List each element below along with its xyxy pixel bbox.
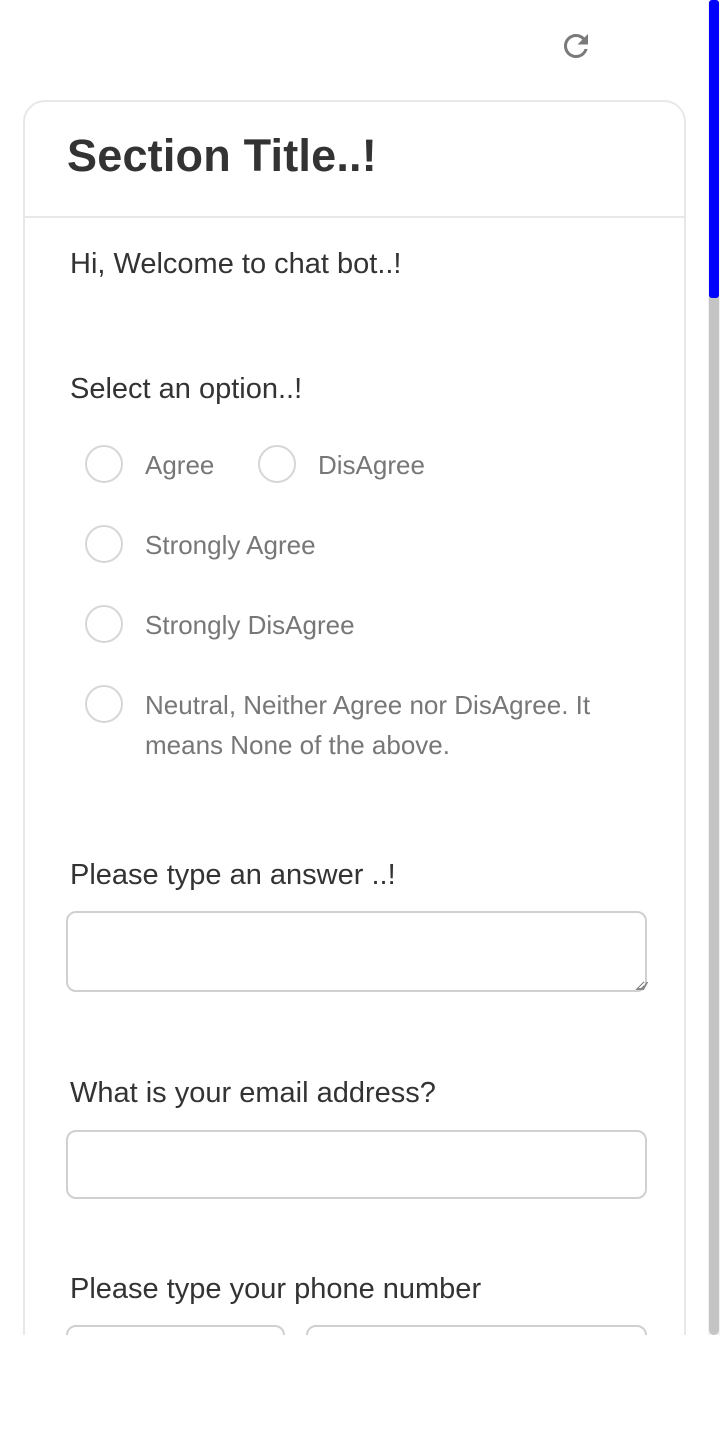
- radio-option-agree[interactable]: Agree: [85, 445, 214, 485]
- radio-label: Strongly Agree: [145, 530, 316, 560]
- radio-circle[interactable]: [85, 445, 123, 483]
- section-title: Section Title..!: [67, 130, 377, 181]
- refresh-icon: [564, 34, 588, 58]
- radio-label: Strongly DisAgree: [145, 610, 355, 640]
- radio-label: DisAgree: [318, 450, 425, 480]
- question-phone-label: Please type your phone number: [70, 1273, 482, 1305]
- question-email-label: What is your email address?: [70, 1077, 436, 1109]
- radio-option-disagree[interactable]: DisAgree: [258, 445, 425, 485]
- radio-option-strongly-disagree[interactable]: Strongly DisAgree: [85, 605, 355, 645]
- email-input[interactable]: [66, 1130, 647, 1199]
- radio-circle[interactable]: [85, 685, 123, 723]
- scrollbar-thumb[interactable]: [709, 0, 719, 298]
- phone-country-code-input[interactable]: [66, 1325, 285, 1335]
- radio-label: Agree: [145, 450, 215, 480]
- answer-textarea[interactable]: [66, 911, 647, 992]
- radio-circle[interactable]: [85, 605, 123, 643]
- welcome-message: Hi, Welcome to chat bot..!: [70, 248, 402, 280]
- radio-option-strongly-agree[interactable]: Strongly Agree: [85, 525, 316, 565]
- question-type-answer-label: Please type an answer ..!: [70, 859, 396, 891]
- phone-number-input[interactable]: [306, 1325, 647, 1335]
- radio-circle[interactable]: [85, 525, 123, 563]
- question-select-option-label: Select an option..!: [70, 373, 303, 405]
- radio-option-neutral[interactable]: Neutral, Neither Agree nor DisAgree. It …: [85, 685, 625, 765]
- radio-label: Neutral, Neither Agree nor DisAgree. It …: [145, 690, 591, 760]
- section-card: Section Title..! Hi, Welcome to chat bot…: [23, 100, 686, 1335]
- radio-circle[interactable]: [258, 445, 296, 483]
- refresh-button[interactable]: [556, 26, 596, 66]
- section-header: Section Title..!: [25, 102, 684, 218]
- chat-viewport: Section Title..! Hi, Welcome to chat bot…: [0, 0, 720, 1335]
